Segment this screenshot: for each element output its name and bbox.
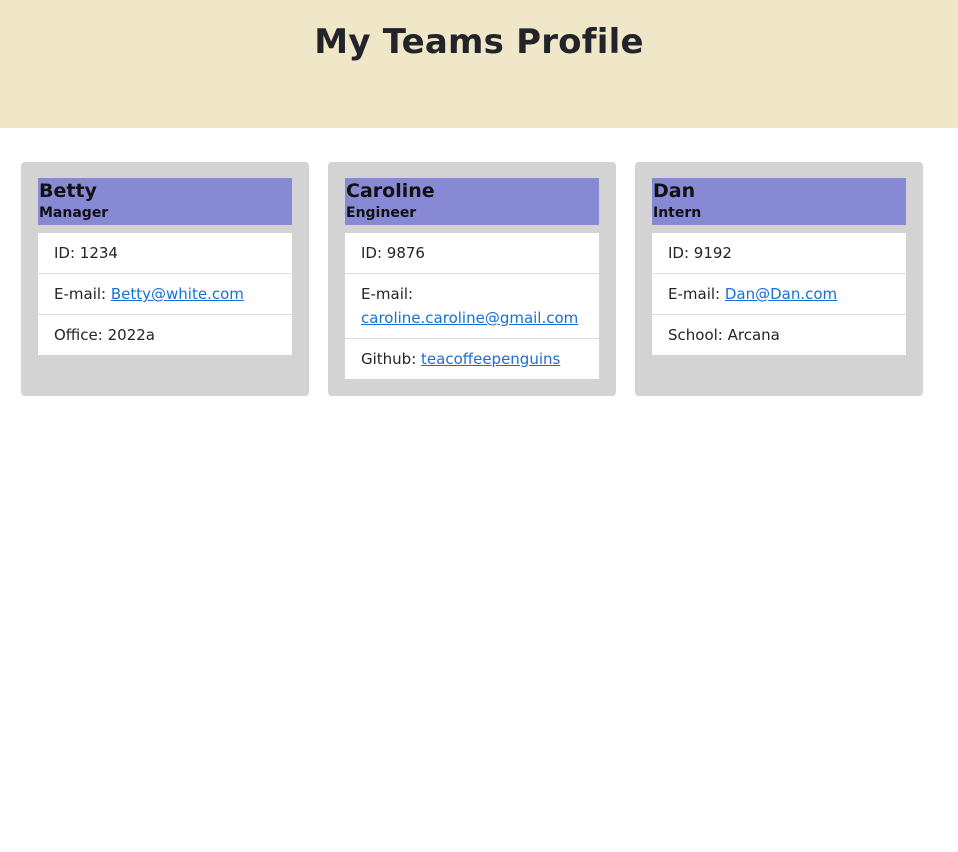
employee-card-betty: Betty Manager ID: 1234 E-mail: Betty@whi… — [21, 162, 309, 396]
employee-card-dan: Dan Intern ID: 9192 E-mail: Dan@Dan.com … — [635, 162, 923, 396]
employee-role: Intern — [653, 205, 702, 221]
employee-name: Dan — [653, 180, 696, 202]
employee-details: ID: 9192 E-mail: Dan@Dan.com School: Arc… — [652, 233, 906, 355]
card-header: Caroline Engineer — [345, 178, 599, 225]
card-header: Dan Intern — [652, 178, 906, 225]
id-value: 9876 — [386, 244, 425, 262]
github-label: Github: — [361, 350, 422, 368]
employee-details: ID: 1234 E-mail: Betty@white.com Office:… — [38, 233, 292, 355]
employee-name: Betty — [39, 180, 97, 202]
email-link[interactable]: caroline.caroline@gmail.com — [361, 309, 578, 327]
id-value: 9192 — [693, 244, 732, 262]
email-link[interactable]: Dan@Dan.com — [725, 285, 837, 303]
page-header: My Teams Profile — [0, 0, 958, 128]
employee-github: Github: teacoffeepenguins — [345, 339, 599, 379]
employee-email: E-mail: caroline.caroline@gmail.com — [345, 274, 599, 339]
id-label: ID: — [361, 244, 387, 262]
employee-name: Caroline — [346, 180, 435, 202]
email-link[interactable]: Betty@white.com — [111, 285, 244, 303]
id-value: 1234 — [79, 244, 118, 262]
email-label: E-mail: — [54, 285, 111, 303]
employee-id: ID: 1234 — [38, 233, 292, 274]
employee-email: E-mail: Dan@Dan.com — [652, 274, 906, 315]
employee-office: Office: 2022a — [38, 315, 292, 355]
page-title: My Teams Profile — [314, 22, 644, 62]
school-label: School: — [668, 326, 728, 344]
employee-role: Engineer — [346, 205, 417, 221]
office-label: Office: — [54, 326, 108, 344]
office-value: 2022a — [107, 326, 155, 344]
school-value: Arcana — [727, 326, 780, 344]
card-header: Betty Manager — [38, 178, 292, 225]
email-label: E-mail: — [361, 285, 414, 303]
id-label: ID: — [668, 244, 694, 262]
employee-details: ID: 9876 E-mail: caroline.caroline@gmail… — [345, 233, 599, 379]
employee-school: School: Arcana — [652, 315, 906, 355]
employee-card-caroline: Caroline Engineer ID: 9876 E-mail: carol… — [328, 162, 616, 396]
employee-role: Manager — [39, 205, 109, 221]
team-cards: Betty Manager ID: 1234 E-mail: Betty@whi… — [0, 128, 958, 528]
employee-id: ID: 9192 — [652, 233, 906, 274]
employee-email: E-mail: Betty@white.com — [38, 274, 292, 315]
email-label: E-mail: — [668, 285, 725, 303]
github-link[interactable]: teacoffeepenguins — [421, 350, 560, 368]
id-label: ID: — [54, 244, 80, 262]
employee-id: ID: 9876 — [345, 233, 599, 274]
